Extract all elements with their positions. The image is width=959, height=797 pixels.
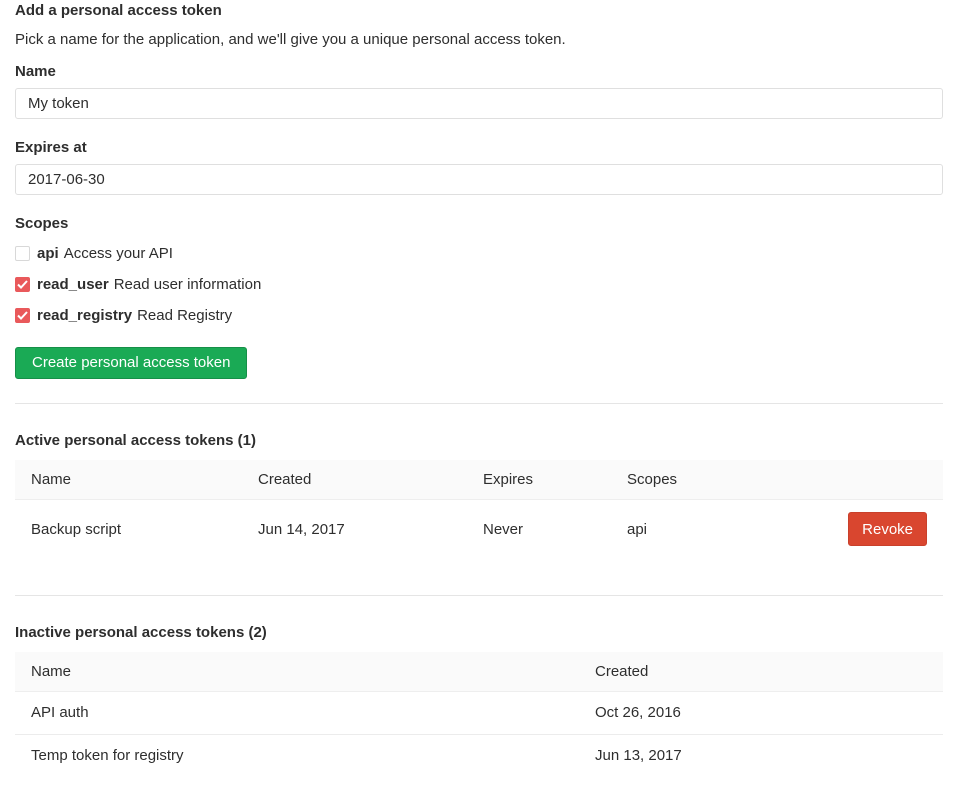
token-expires-cell: Never (467, 500, 611, 559)
expires-at-label: Expires at (15, 138, 943, 157)
token-name-input[interactable] (15, 88, 943, 119)
token-scopes-cell: api (611, 500, 771, 559)
column-header-scopes: Scopes (611, 460, 771, 500)
token-action-cell: Revoke (771, 500, 943, 559)
table-header-row: Name Created (15, 652, 943, 692)
token-name-cell: Backup script (15, 500, 242, 559)
scopes-label: Scopes (15, 214, 943, 233)
scope-row-read-registry[interactable]: read_registry Read Registry (15, 305, 943, 325)
add-token-form: Name Expires at Scopes api Access your A… (15, 62, 943, 379)
section-divider (15, 403, 943, 404)
revoke-button[interactable]: Revoke (848, 512, 927, 546)
check-icon (17, 311, 28, 320)
column-header-name: Name (15, 460, 242, 500)
create-token-button[interactable]: Create personal access token (15, 347, 247, 379)
token-name-cell: Temp token for registry (15, 735, 579, 778)
page-title: Add a personal access token (15, 1, 943, 20)
table-header-row: Name Created Expires Scopes (15, 460, 943, 500)
scope-description: Read Registry (137, 307, 232, 324)
token-created-cell: Jun 14, 2017 (242, 500, 467, 559)
scopes-list: api Access your API read_user Read user … (15, 243, 943, 325)
scope-description: Read user information (114, 276, 262, 293)
table-row: Backup script Jun 14, 2017 Never api Rev… (15, 500, 943, 559)
token-name-cell: API auth (15, 692, 579, 735)
section-divider (15, 595, 943, 596)
active-tokens-table: Name Created Expires Scopes Backup scrip… (15, 460, 943, 558)
inactive-tokens-heading: Inactive personal access tokens (2) (15, 623, 943, 642)
token-created-cell: Jun 13, 2017 (579, 735, 943, 778)
token-created-cell: Oct 26, 2016 (579, 692, 943, 735)
table-row: API auth Oct 26, 2016 (15, 692, 943, 735)
name-label: Name (15, 62, 943, 81)
table-row: Temp token for registry Jun 13, 2017 (15, 735, 943, 778)
checkbox-read-user[interactable] (15, 277, 30, 292)
column-header-action (771, 460, 943, 500)
scope-row-read-user[interactable]: read_user Read user information (15, 274, 943, 294)
check-icon (17, 280, 28, 289)
inactive-tokens-table: Name Created API auth Oct 26, 2016 Temp … (15, 652, 943, 777)
column-header-created: Created (579, 652, 943, 692)
scope-row-api[interactable]: api Access your API (15, 243, 943, 263)
checkbox-api[interactable] (15, 246, 30, 261)
scope-description: Access your API (64, 245, 173, 262)
scope-name: api (37, 245, 59, 262)
personal-access-tokens-page: Add a personal access token Pick a name … (0, 1, 959, 797)
scope-name: read_user (37, 276, 109, 293)
column-header-expires: Expires (467, 460, 611, 500)
checkbox-read-registry[interactable] (15, 308, 30, 323)
page-description: Pick a name for the application, and we'… (15, 30, 943, 49)
active-tokens-heading: Active personal access tokens (1) (15, 431, 943, 450)
scope-name: read_registry (37, 307, 132, 324)
column-header-name: Name (15, 652, 579, 692)
column-header-created: Created (242, 460, 467, 500)
expires-at-input[interactable] (15, 164, 943, 195)
